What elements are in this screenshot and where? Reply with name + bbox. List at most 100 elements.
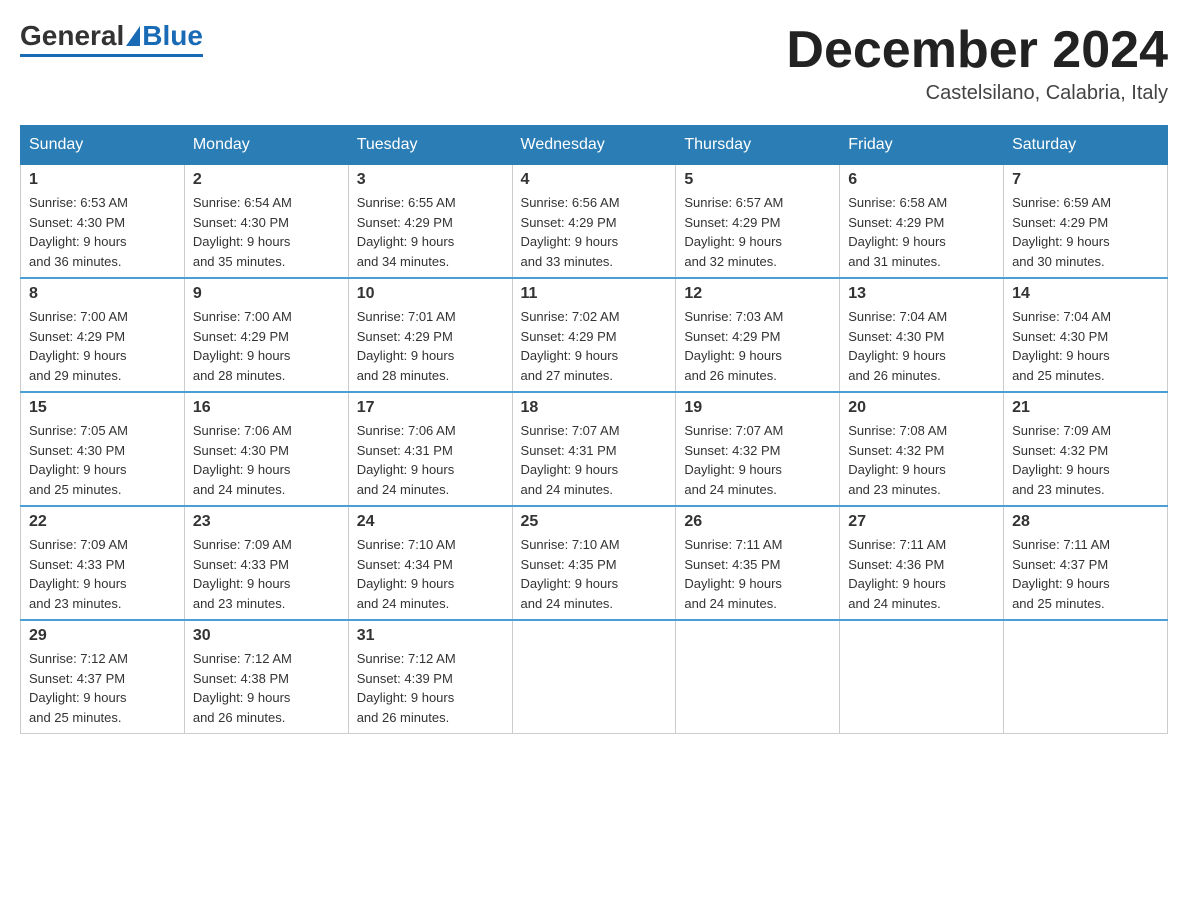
weekday-header-wednesday: Wednesday	[512, 126, 676, 165]
calendar-cell: 7 Sunrise: 6:59 AMSunset: 4:29 PMDayligh…	[1004, 165, 1168, 279]
calendar-cell: 9 Sunrise: 7:00 AMSunset: 4:29 PMDayligh…	[184, 278, 348, 392]
day-number: 5	[684, 171, 831, 189]
day-number: 6	[848, 171, 995, 189]
calendar-cell: 17 Sunrise: 7:06 AMSunset: 4:31 PMDaylig…	[348, 392, 512, 506]
day-number: 24	[357, 513, 504, 531]
day-info: Sunrise: 7:11 AMSunset: 4:36 PMDaylight:…	[848, 537, 946, 611]
weekday-header-saturday: Saturday	[1004, 126, 1168, 165]
day-info: Sunrise: 7:01 AMSunset: 4:29 PMDaylight:…	[357, 309, 456, 383]
day-info: Sunrise: 7:07 AMSunset: 4:32 PMDaylight:…	[684, 423, 783, 497]
day-info: Sunrise: 7:10 AMSunset: 4:34 PMDaylight:…	[357, 537, 456, 611]
day-number: 30	[193, 627, 340, 645]
day-number: 8	[29, 285, 176, 303]
day-info: Sunrise: 6:59 AMSunset: 4:29 PMDaylight:…	[1012, 195, 1111, 269]
calendar-week-2: 8 Sunrise: 7:00 AMSunset: 4:29 PMDayligh…	[21, 278, 1168, 392]
day-number: 3	[357, 171, 504, 189]
day-number: 1	[29, 171, 176, 189]
day-info: Sunrise: 7:05 AMSunset: 4:30 PMDaylight:…	[29, 423, 128, 497]
calendar-cell: 15 Sunrise: 7:05 AMSunset: 4:30 PMDaylig…	[21, 392, 185, 506]
day-info: Sunrise: 6:57 AMSunset: 4:29 PMDaylight:…	[684, 195, 783, 269]
calendar-cell: 11 Sunrise: 7:02 AMSunset: 4:29 PMDaylig…	[512, 278, 676, 392]
day-number: 4	[521, 171, 668, 189]
calendar-cell	[676, 620, 840, 734]
day-number: 18	[521, 399, 668, 417]
logo: General Blue	[20, 20, 203, 57]
day-number: 14	[1012, 285, 1159, 303]
day-number: 11	[521, 285, 668, 303]
calendar-cell: 21 Sunrise: 7:09 AMSunset: 4:32 PMDaylig…	[1004, 392, 1168, 506]
day-info: Sunrise: 7:03 AMSunset: 4:29 PMDaylight:…	[684, 309, 783, 383]
day-number: 10	[357, 285, 504, 303]
day-number: 13	[848, 285, 995, 303]
day-info: Sunrise: 7:09 AMSunset: 4:32 PMDaylight:…	[1012, 423, 1111, 497]
title-section: December 2024 Castelsilano, Calabria, It…	[786, 20, 1168, 105]
calendar-cell: 1 Sunrise: 6:53 AMSunset: 4:30 PMDayligh…	[21, 165, 185, 279]
day-info: Sunrise: 7:12 AMSunset: 4:37 PMDaylight:…	[29, 651, 128, 725]
day-info: Sunrise: 7:12 AMSunset: 4:39 PMDaylight:…	[357, 651, 456, 725]
day-number: 27	[848, 513, 995, 531]
day-number: 26	[684, 513, 831, 531]
day-info: Sunrise: 7:00 AMSunset: 4:29 PMDaylight:…	[193, 309, 292, 383]
day-number: 22	[29, 513, 176, 531]
logo-blue-text: Blue	[142, 20, 203, 52]
day-info: Sunrise: 7:10 AMSunset: 4:35 PMDaylight:…	[521, 537, 620, 611]
day-info: Sunrise: 7:07 AMSunset: 4:31 PMDaylight:…	[521, 423, 620, 497]
day-number: 2	[193, 171, 340, 189]
day-info: Sunrise: 6:54 AMSunset: 4:30 PMDaylight:…	[193, 195, 292, 269]
weekday-header-monday: Monday	[184, 126, 348, 165]
day-info: Sunrise: 7:06 AMSunset: 4:30 PMDaylight:…	[193, 423, 292, 497]
day-number: 31	[357, 627, 504, 645]
calendar-cell: 19 Sunrise: 7:07 AMSunset: 4:32 PMDaylig…	[676, 392, 840, 506]
calendar-cell: 23 Sunrise: 7:09 AMSunset: 4:33 PMDaylig…	[184, 506, 348, 620]
day-number: 17	[357, 399, 504, 417]
page-header: General Blue December 2024 Castelsilano,…	[20, 20, 1168, 105]
day-number: 28	[1012, 513, 1159, 531]
logo-triangle-icon	[126, 26, 140, 46]
calendar-cell: 3 Sunrise: 6:55 AMSunset: 4:29 PMDayligh…	[348, 165, 512, 279]
day-info: Sunrise: 7:09 AMSunset: 4:33 PMDaylight:…	[29, 537, 128, 611]
weekday-header-row: SundayMondayTuesdayWednesdayThursdayFrid…	[21, 126, 1168, 165]
calendar-cell: 16 Sunrise: 7:06 AMSunset: 4:30 PMDaylig…	[184, 392, 348, 506]
weekday-header-thursday: Thursday	[676, 126, 840, 165]
day-info: Sunrise: 7:11 AMSunset: 4:35 PMDaylight:…	[684, 537, 782, 611]
day-info: Sunrise: 7:04 AMSunset: 4:30 PMDaylight:…	[1012, 309, 1111, 383]
weekday-header-friday: Friday	[840, 126, 1004, 165]
calendar-cell: 6 Sunrise: 6:58 AMSunset: 4:29 PMDayligh…	[840, 165, 1004, 279]
calendar-week-4: 22 Sunrise: 7:09 AMSunset: 4:33 PMDaylig…	[21, 506, 1168, 620]
day-info: Sunrise: 7:06 AMSunset: 4:31 PMDaylight:…	[357, 423, 456, 497]
day-info: Sunrise: 7:00 AMSunset: 4:29 PMDaylight:…	[29, 309, 128, 383]
day-number: 20	[848, 399, 995, 417]
day-number: 21	[1012, 399, 1159, 417]
calendar-week-3: 15 Sunrise: 7:05 AMSunset: 4:30 PMDaylig…	[21, 392, 1168, 506]
day-info: Sunrise: 7:12 AMSunset: 4:38 PMDaylight:…	[193, 651, 292, 725]
day-info: Sunrise: 7:02 AMSunset: 4:29 PMDaylight:…	[521, 309, 620, 383]
day-number: 29	[29, 627, 176, 645]
day-number: 16	[193, 399, 340, 417]
calendar-table: SundayMondayTuesdayWednesdayThursdayFrid…	[20, 125, 1168, 734]
day-info: Sunrise: 7:11 AMSunset: 4:37 PMDaylight:…	[1012, 537, 1110, 611]
weekday-header-tuesday: Tuesday	[348, 126, 512, 165]
day-number: 7	[1012, 171, 1159, 189]
calendar-cell: 20 Sunrise: 7:08 AMSunset: 4:32 PMDaylig…	[840, 392, 1004, 506]
day-info: Sunrise: 6:56 AMSunset: 4:29 PMDaylight:…	[521, 195, 620, 269]
month-title: December 2024	[786, 20, 1168, 80]
day-info: Sunrise: 7:09 AMSunset: 4:33 PMDaylight:…	[193, 537, 292, 611]
calendar-cell	[840, 620, 1004, 734]
day-info: Sunrise: 6:55 AMSunset: 4:29 PMDaylight:…	[357, 195, 456, 269]
day-info: Sunrise: 7:08 AMSunset: 4:32 PMDaylight:…	[848, 423, 947, 497]
calendar-cell: 2 Sunrise: 6:54 AMSunset: 4:30 PMDayligh…	[184, 165, 348, 279]
calendar-cell	[1004, 620, 1168, 734]
calendar-cell: 8 Sunrise: 7:00 AMSunset: 4:29 PMDayligh…	[21, 278, 185, 392]
calendar-cell	[512, 620, 676, 734]
calendar-cell: 18 Sunrise: 7:07 AMSunset: 4:31 PMDaylig…	[512, 392, 676, 506]
calendar-week-5: 29 Sunrise: 7:12 AMSunset: 4:37 PMDaylig…	[21, 620, 1168, 734]
calendar-cell: 26 Sunrise: 7:11 AMSunset: 4:35 PMDaylig…	[676, 506, 840, 620]
calendar-cell: 22 Sunrise: 7:09 AMSunset: 4:33 PMDaylig…	[21, 506, 185, 620]
calendar-cell: 4 Sunrise: 6:56 AMSunset: 4:29 PMDayligh…	[512, 165, 676, 279]
calendar-cell: 5 Sunrise: 6:57 AMSunset: 4:29 PMDayligh…	[676, 165, 840, 279]
calendar-cell: 27 Sunrise: 7:11 AMSunset: 4:36 PMDaylig…	[840, 506, 1004, 620]
day-number: 23	[193, 513, 340, 531]
calendar-cell: 28 Sunrise: 7:11 AMSunset: 4:37 PMDaylig…	[1004, 506, 1168, 620]
calendar-cell: 10 Sunrise: 7:01 AMSunset: 4:29 PMDaylig…	[348, 278, 512, 392]
calendar-week-1: 1 Sunrise: 6:53 AMSunset: 4:30 PMDayligh…	[21, 165, 1168, 279]
